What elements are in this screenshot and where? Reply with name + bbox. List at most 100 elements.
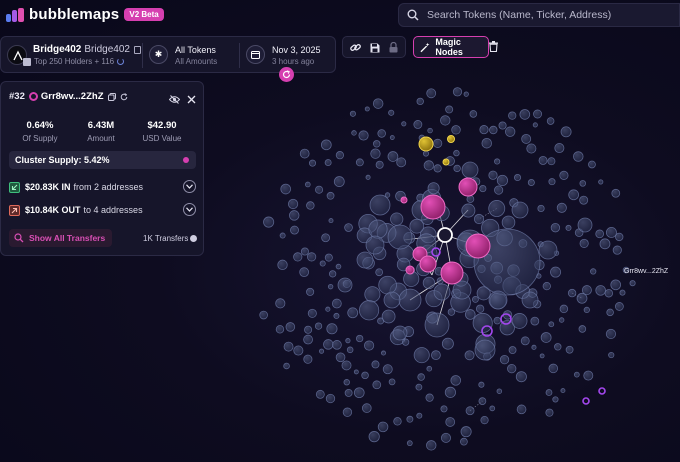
holder-bubble[interactable] [333,312,340,319]
holder-bubble[interactable] [393,417,402,426]
holder-bubble[interactable] [530,316,540,326]
holder-bubble[interactable] [344,223,353,232]
holder-bubble[interactable] [554,143,565,154]
holder-bubble[interactable] [427,127,433,134]
holder-bubble[interactable] [546,117,555,125]
holder-bubble[interactable] [332,340,342,350]
holder-bubble[interactable] [299,267,310,278]
holder-bubble[interactable] [392,325,408,341]
holder-bubble[interactable] [387,224,413,250]
holder-bubble[interactable] [550,223,561,233]
holder-bubble[interactable] [493,316,502,325]
holder-bubble[interactable] [511,201,529,219]
holder-bubble[interactable] [347,307,359,319]
holder-bubble[interactable] [318,348,325,354]
refresh-button[interactable] [279,67,294,82]
holder-bubble[interactable] [324,253,333,262]
holder-bubble[interactable] [588,160,596,169]
holder-bubble[interactable] [409,218,425,234]
holder-bubble[interactable] [590,268,597,275]
holder-bubble[interactable] [538,240,558,260]
holder-bubble[interactable] [469,110,478,118]
holder-bubble[interactable] [559,304,569,314]
cluster-supply-row[interactable]: Cluster Supply: 5.42% [9,151,196,169]
holder-bubble[interactable] [351,130,357,136]
holder-bubble[interactable] [576,292,588,304]
holder-bubble[interactable] [389,135,395,140]
holder-bubble[interactable] [308,159,317,167]
holder-bubble[interactable] [285,322,296,332]
holder-bubble[interactable] [335,151,345,160]
holder-bubble[interactable] [480,415,489,425]
holder-bubble[interactable] [415,383,423,391]
holder-bubble[interactable] [475,304,485,313]
holder-bubble[interactable] [452,87,463,97]
holder-bubble[interactable] [478,397,487,406]
holder-bubble[interactable] [342,407,353,417]
holder-bubble[interactable] [583,306,590,314]
holder-bubble[interactable] [335,263,342,270]
holder-bubble[interactable] [346,346,354,354]
holder-bubble[interactable] [314,322,323,330]
holder-bubble[interactable] [341,360,352,371]
logo[interactable]: bubblemaps V2 Beta [6,6,164,23]
holder-bubble[interactable] [559,170,569,180]
close-icon[interactable] [187,91,196,104]
holder-bubble[interactable] [345,338,351,344]
holder-bubble[interactable] [315,389,325,399]
holder-bubble[interactable] [565,224,572,231]
show-all-transfers-button[interactable]: Show All Transfers [9,229,112,247]
holder-bubble[interactable] [552,396,559,403]
holder-bubble[interactable] [324,159,332,167]
holder-bubble[interactable] [465,233,491,259]
holder-bubble[interactable] [548,321,555,328]
trash-icon[interactable] [488,38,499,54]
holder-bubble[interactable] [275,298,286,309]
holder-bubble[interactable] [398,288,422,312]
holder-bubble[interactable] [458,177,478,197]
holder-bubble[interactable] [508,346,517,354]
holder-bubble[interactable] [417,373,425,381]
holder-bubble[interactable] [521,133,532,144]
holder-bubble[interactable] [293,345,304,356]
holder-bubble[interactable] [433,138,443,148]
holder-bubble[interactable] [358,300,380,321]
holder-bubble[interactable] [433,164,442,173]
holder-bubble[interactable] [424,312,450,338]
save-icon[interactable] [368,41,381,54]
holder-bubble[interactable] [464,350,475,361]
holder-bubble[interactable] [323,339,334,350]
holder-bubble[interactable] [578,325,587,333]
holder-bubble[interactable] [494,185,504,195]
holder-bubble[interactable] [499,354,510,365]
holder-bubbles[interactable] [259,87,636,451]
holder-bubble[interactable] [420,194,446,220]
holder-bubble[interactable] [372,380,382,390]
holder-bubble[interactable] [355,334,364,343]
holder-bubble[interactable] [358,130,369,141]
holder-bubble[interactable] [464,309,476,320]
wallet-address[interactable]: Grr8wv...2ZhZ [41,91,104,102]
holder-bubble[interactable] [516,404,527,415]
holder-bubble[interactable] [353,369,359,375]
holder-bubble[interactable] [413,120,423,129]
holder-bubble[interactable] [370,148,381,159]
holder-bubble[interactable] [275,325,285,334]
holder-bubble[interactable] [307,308,317,318]
holder-bubble[interactable] [440,115,451,126]
holder-bubble[interactable] [368,431,380,443]
holder-bubble[interactable] [343,379,350,386]
holder-bubble[interactable] [372,140,381,148]
holder-bubble[interactable] [595,285,606,296]
holder-bubble[interactable] [548,178,556,186]
holder-bubble[interactable] [453,164,461,173]
holder-bubble[interactable] [303,334,313,345]
holder-bubble[interactable] [321,233,331,243]
refresh-icon[interactable] [120,92,128,101]
holder-bubble[interactable] [293,252,303,262]
holder-bubble[interactable] [361,403,372,413]
holder-bubble[interactable] [287,198,299,210]
holder-bubble[interactable] [319,260,326,267]
holder-bubble[interactable] [611,188,621,198]
holder-bubble[interactable] [606,308,614,317]
